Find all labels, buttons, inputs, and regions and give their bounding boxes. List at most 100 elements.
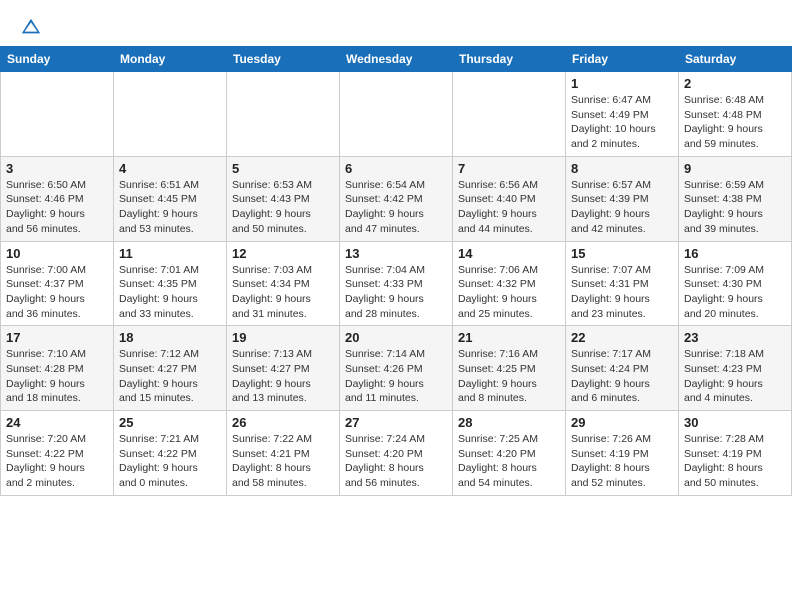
calendar-cell: 4Sunrise: 6:51 AM Sunset: 4:45 PM Daylig… <box>114 156 227 241</box>
calendar-cell: 8 Sunrise: 6:57 AM Sunset: 4:39 PM Daylig… <box>566 156 679 241</box>
calendar-week-row: 10 Sunrise: 7:00 AM Sunset: 4:37 PM Dayli… <box>1 241 792 326</box>
day-info: Sunrise: 6:57 AM Sunset: 4:39 PM Dayligh… <box>571 178 673 237</box>
day-info: Sunrise: 7:24 AM Sunset: 4:20 PM Dayligh… <box>345 432 447 491</box>
day-info: Sunrise: 7:10 AM Sunset: 4:28 PM Dayligh… <box>6 347 108 406</box>
day-number: 21 <box>458 330 560 345</box>
day-number: 2 <box>684 76 786 91</box>
day-info: Sunrise: 7:20 AM Sunset: 4:22 PM Dayligh… <box>6 432 108 491</box>
calendar-cell: 29 Sunrise: 7:26 AM Sunset: 4:19 PM Dayli… <box>566 411 679 496</box>
calendar-cell: 24 Sunrise: 7:20 AM Sunset: 4:22 PM Dayli… <box>1 411 114 496</box>
weekday-header: Monday <box>114 47 227 72</box>
calendar-week-row: 24 Sunrise: 7:20 AM Sunset: 4:22 PM Dayli… <box>1 411 792 496</box>
page-header <box>0 0 792 46</box>
weekday-header: Friday <box>566 47 679 72</box>
day-number: 6 <box>345 161 447 176</box>
day-info: Sunrise: 6:47 AM Sunset: 4:49 PM Dayligh… <box>571 93 673 152</box>
day-info: Sunrise: 7:00 AM Sunset: 4:37 PM Dayligh… <box>6 263 108 322</box>
day-number: 9 <box>684 161 786 176</box>
day-number: 18 <box>119 330 221 345</box>
calendar-cell: 2 Sunrise: 6:48 AM Sunset: 4:48 PM Daylig… <box>679 72 792 157</box>
day-number: 3 <box>6 161 108 176</box>
calendar-cell: 9 Sunrise: 6:59 AM Sunset: 4:38 PM Daylig… <box>679 156 792 241</box>
day-number: 12 <box>232 246 334 261</box>
day-info: Sunrise: 7:03 AM Sunset: 4:34 PM Dayligh… <box>232 263 334 322</box>
day-info: Sunrise: 6:48 AM Sunset: 4:48 PM Dayligh… <box>684 93 786 152</box>
calendar-cell: 13Sunrise: 7:04 AM Sunset: 4:33 PM Dayli… <box>340 241 453 326</box>
day-info: Sunrise: 6:59 AM Sunset: 4:38 PM Dayligh… <box>684 178 786 237</box>
day-info: Sunrise: 7:06 AM Sunset: 4:32 PM Dayligh… <box>458 263 560 322</box>
calendar-cell: 7 Sunrise: 6:56 AM Sunset: 4:40 PM Daylig… <box>453 156 566 241</box>
calendar-cell: 22 Sunrise: 7:17 AM Sunset: 4:24 PM Dayli… <box>566 326 679 411</box>
weekday-header: Thursday <box>453 47 566 72</box>
day-info: Sunrise: 7:26 AM Sunset: 4:19 PM Dayligh… <box>571 432 673 491</box>
day-number: 24 <box>6 415 108 430</box>
day-info: Sunrise: 7:14 AM Sunset: 4:26 PM Dayligh… <box>345 347 447 406</box>
calendar-cell: 21 Sunrise: 7:16 AM Sunset: 4:25 PM Dayli… <box>453 326 566 411</box>
day-info: Sunrise: 7:09 AM Sunset: 4:30 PM Dayligh… <box>684 263 786 322</box>
day-number: 16 <box>684 246 786 261</box>
calendar-cell: 23Sunrise: 7:18 AM Sunset: 4:23 PM Dayli… <box>679 326 792 411</box>
calendar-cell: 26 Sunrise: 7:22 AM Sunset: 4:21 PM Dayli… <box>227 411 340 496</box>
calendar-cell: 20 Sunrise: 7:14 AM Sunset: 4:26 PM Dayli… <box>340 326 453 411</box>
calendar-cell: 16 Sunrise: 7:09 AM Sunset: 4:30 PM Dayli… <box>679 241 792 326</box>
day-info: Sunrise: 7:22 AM Sunset: 4:21 PM Dayligh… <box>232 432 334 491</box>
day-number: 17 <box>6 330 108 345</box>
day-number: 29 <box>571 415 673 430</box>
day-info: Sunrise: 7:28 AM Sunset: 4:19 PM Dayligh… <box>684 432 786 491</box>
calendar-cell: 25 Sunrise: 7:21 AM Sunset: 4:22 PM Dayli… <box>114 411 227 496</box>
day-info: Sunrise: 6:56 AM Sunset: 4:40 PM Dayligh… <box>458 178 560 237</box>
weekday-header: Wednesday <box>340 47 453 72</box>
calendar-cell: 27Sunrise: 7:24 AM Sunset: 4:20 PM Dayli… <box>340 411 453 496</box>
day-number: 13 <box>345 246 447 261</box>
day-number: 1 <box>571 76 673 91</box>
day-number: 20 <box>345 330 447 345</box>
calendar-cell: 5 Sunrise: 6:53 AM Sunset: 4:43 PM Daylig… <box>227 156 340 241</box>
calendar-cell: 11 Sunrise: 7:01 AM Sunset: 4:35 PM Dayli… <box>114 241 227 326</box>
calendar-week-row: 3 Sunrise: 6:50 AM Sunset: 4:46 PM Daylig… <box>1 156 792 241</box>
day-number: 5 <box>232 161 334 176</box>
weekday-header: Tuesday <box>227 47 340 72</box>
day-info: Sunrise: 7:01 AM Sunset: 4:35 PM Dayligh… <box>119 263 221 322</box>
day-number: 10 <box>6 246 108 261</box>
calendar-cell: 1 Sunrise: 6:47 AM Sunset: 4:49 PM Daylig… <box>566 72 679 157</box>
calendar-week-row: 17 Sunrise: 7:10 AM Sunset: 4:28 PM Dayli… <box>1 326 792 411</box>
day-number: 28 <box>458 415 560 430</box>
day-info: Sunrise: 7:17 AM Sunset: 4:24 PM Dayligh… <box>571 347 673 406</box>
day-number: 7 <box>458 161 560 176</box>
day-info: Sunrise: 6:53 AM Sunset: 4:43 PM Dayligh… <box>232 178 334 237</box>
calendar-cell: 3 Sunrise: 6:50 AM Sunset: 4:46 PM Daylig… <box>1 156 114 241</box>
day-info: Sunrise: 7:07 AM Sunset: 4:31 PM Dayligh… <box>571 263 673 322</box>
calendar-week-row: 1 Sunrise: 6:47 AM Sunset: 4:49 PM Daylig… <box>1 72 792 157</box>
calendar-cell: 18 Sunrise: 7:12 AM Sunset: 4:27 PM Dayli… <box>114 326 227 411</box>
day-number: 14 <box>458 246 560 261</box>
weekday-header: Saturday <box>679 47 792 72</box>
logo-icon <box>20 16 42 38</box>
calendar-cell: 17 Sunrise: 7:10 AM Sunset: 4:28 PM Dayli… <box>1 326 114 411</box>
day-number: 25 <box>119 415 221 430</box>
logo <box>20 16 46 38</box>
day-number: 30 <box>684 415 786 430</box>
day-number: 11 <box>119 246 221 261</box>
day-info: Sunrise: 7:21 AM Sunset: 4:22 PM Dayligh… <box>119 432 221 491</box>
day-info: Sunrise: 7:16 AM Sunset: 4:25 PM Dayligh… <box>458 347 560 406</box>
day-number: 26 <box>232 415 334 430</box>
calendar-cell: 12 Sunrise: 7:03 AM Sunset: 4:34 PM Dayli… <box>227 241 340 326</box>
calendar-cell <box>340 72 453 157</box>
day-info: Sunrise: 7:18 AM Sunset: 4:23 PM Dayligh… <box>684 347 786 406</box>
calendar-cell: 15 Sunrise: 7:07 AM Sunset: 4:31 PM Dayli… <box>566 241 679 326</box>
day-number: 22 <box>571 330 673 345</box>
day-info: Sunrise: 7:12 AM Sunset: 4:27 PM Dayligh… <box>119 347 221 406</box>
day-info: Sunrise: 7:25 AM Sunset: 4:20 PM Dayligh… <box>458 432 560 491</box>
day-info: Sunrise: 7:13 AM Sunset: 4:27 PM Dayligh… <box>232 347 334 406</box>
day-number: 8 <box>571 161 673 176</box>
calendar-cell <box>1 72 114 157</box>
calendar-table: SundayMondayTuesdayWednesdayThursdayFrid… <box>0 46 792 496</box>
calendar-cell: 28 Sunrise: 7:25 AM Sunset: 4:20 PM Dayli… <box>453 411 566 496</box>
day-number: 15 <box>571 246 673 261</box>
day-info: Sunrise: 6:54 AM Sunset: 4:42 PM Dayligh… <box>345 178 447 237</box>
day-info: Sunrise: 6:50 AM Sunset: 4:46 PM Dayligh… <box>6 178 108 237</box>
calendar-cell: 14 Sunrise: 7:06 AM Sunset: 4:32 PM Dayli… <box>453 241 566 326</box>
day-number: 4 <box>119 161 221 176</box>
calendar-header-row: SundayMondayTuesdayWednesdayThursdayFrid… <box>1 47 792 72</box>
calendar-cell <box>453 72 566 157</box>
